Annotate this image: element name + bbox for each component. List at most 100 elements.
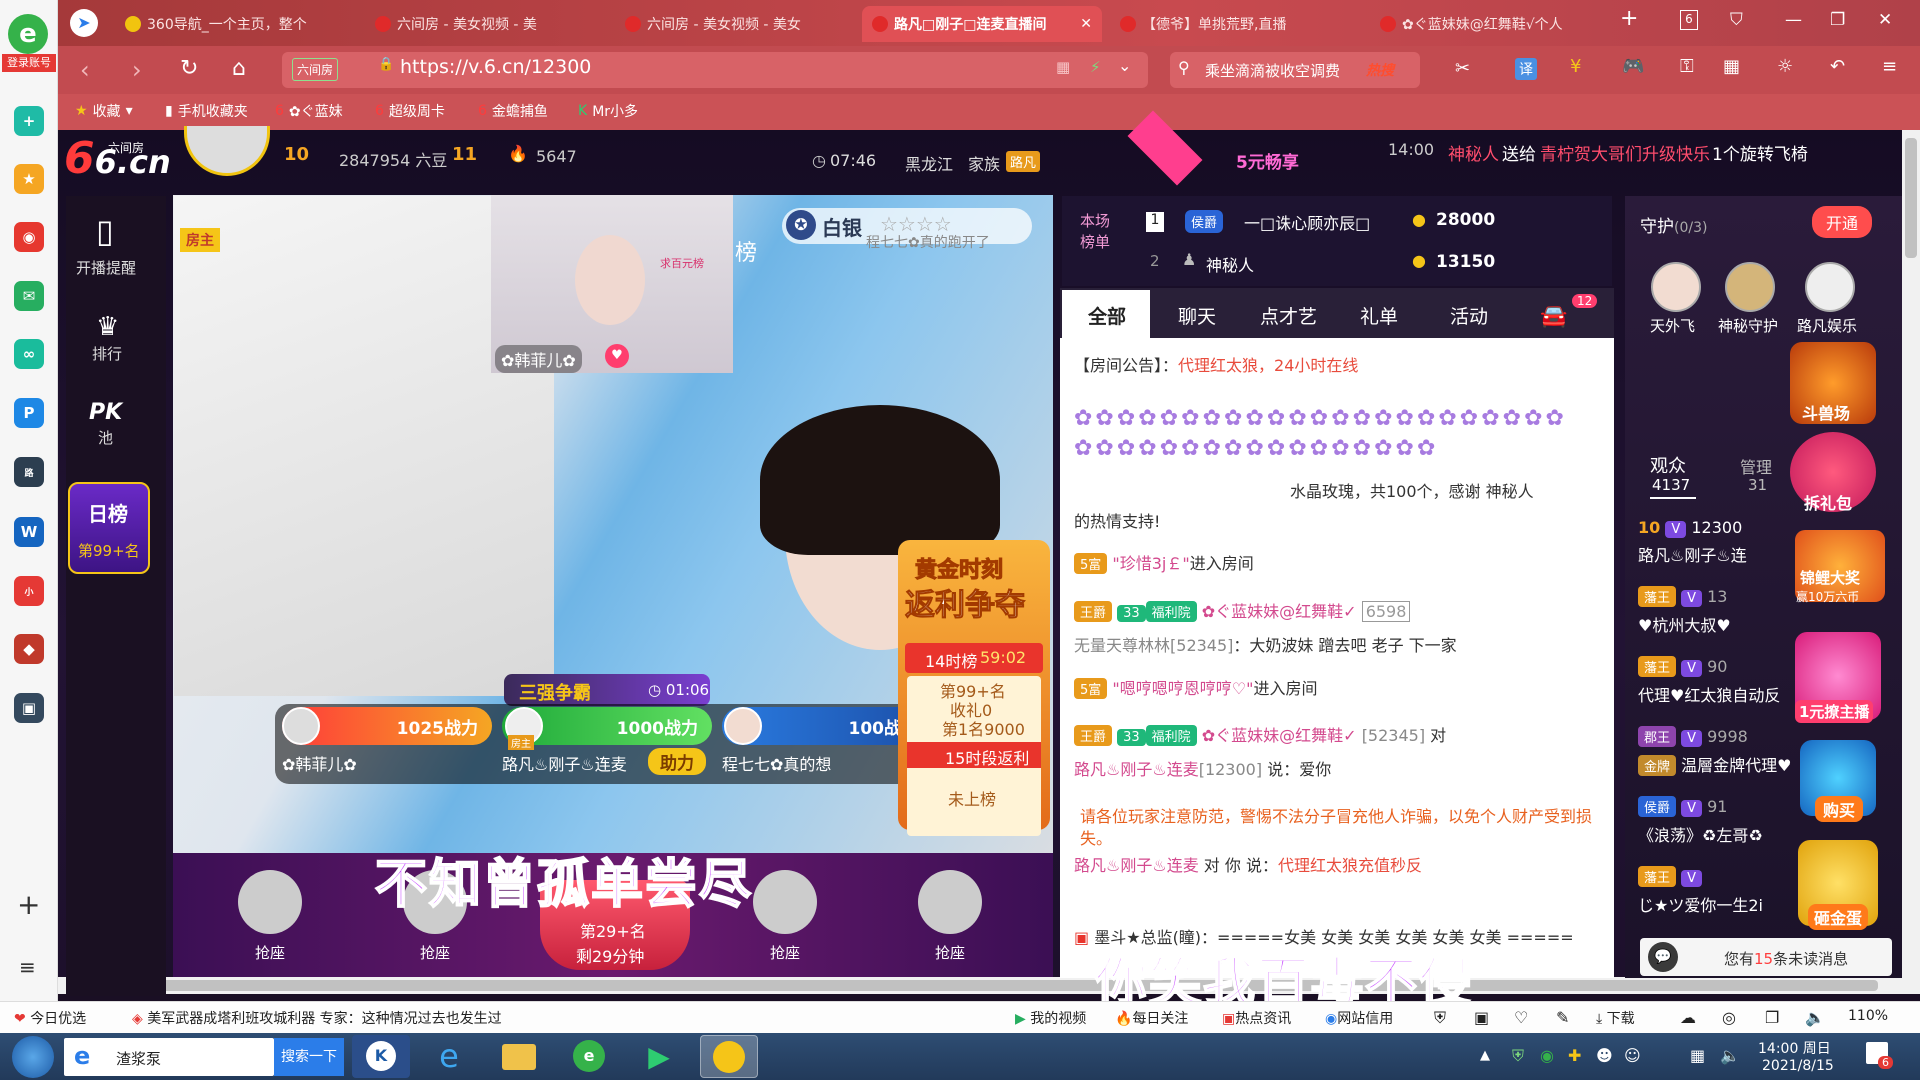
new-tab-button[interactable]: + [1620, 6, 1638, 31]
bookmark-5[interactable]: 6 金蟾捕鱼 [478, 101, 548, 121]
tray-user-icon[interactable]: ☺ [1624, 1046, 1641, 1065]
taskbar-live-app-icon[interactable] [700, 1035, 758, 1078]
tab-all[interactable]: 全部 [1088, 302, 1126, 329]
gamepad-icon[interactable]: 🎮 [1622, 56, 1644, 77]
bookmark-3[interactable]: 6 ✿ぐ蓝妹 [275, 101, 343, 121]
coin-icon[interactable]: ¥ [1570, 56, 1581, 77]
translate-button[interactable]: 译 [1515, 58, 1537, 80]
taskbar-search-value[interactable]: 渣浆泵 [116, 1048, 161, 1069]
taskbar-clock[interactable]: 14:00 周日 [1758, 1038, 1831, 1058]
bookmark-6[interactable]: K Mr小多 [578, 101, 638, 121]
site-credit[interactable]: ◉网站信用 [1325, 1008, 1393, 1028]
audience-name-4[interactable]: 金牌 温層金牌代理♥ [1638, 752, 1791, 776]
add-icon[interactable]: + [17, 888, 40, 921]
pk3-avatar[interactable] [724, 707, 762, 745]
rank-board-title[interactable]: 本场榜单 [1080, 210, 1118, 252]
pin-icon[interactable]: ✎ [1556, 1008, 1569, 1027]
audience-name-5[interactable]: 《浪荡》♻左哥♻ [1638, 822, 1763, 846]
video-app-icon[interactable]: 小 [14, 576, 44, 606]
family-tag[interactable]: 路凡 [1006, 151, 1041, 172]
navigation-icon[interactable]: ➤ [70, 9, 98, 37]
app-icon-3[interactable]: ▣ [14, 693, 44, 723]
p-app-icon[interactable]: P [14, 398, 44, 428]
taskbar-search-field[interactable] [64, 1038, 274, 1076]
star-icon[interactable]: ★ [14, 164, 44, 194]
refresh-button[interactable]: ↻ [180, 56, 198, 81]
browser-menu-icon[interactable]: ≡ [1882, 56, 1897, 77]
pk1-avatar[interactable] [282, 707, 320, 745]
globe-icon[interactable]: ◎ [1722, 1008, 1736, 1027]
promo-banner[interactable]: 5元畅享 [1236, 148, 1299, 173]
audience-row-3[interactable]: 藩王 V 90 [1638, 656, 1727, 677]
tab-talent[interactable]: 点才艺 [1260, 302, 1317, 329]
tab-chat[interactable]: 聊天 [1178, 302, 1216, 329]
daily-follow[interactable]: 🔥每日关注 [1115, 1008, 1188, 1028]
tab-5[interactable]: 【德爷】单挑荒野,直播 [1110, 6, 1365, 42]
close-window-button[interactable]: ✕ [1878, 10, 1892, 30]
gift-user[interactable]: 神秘人 [1486, 482, 1534, 501]
tab-6[interactable]: ✿ぐ蓝妹妹@红舞鞋√个人 [1370, 6, 1605, 42]
shield-icon[interactable]: ⛨ [1434, 1008, 1446, 1028]
audience-host-row[interactable]: 10 V 12300 [1638, 518, 1742, 538]
audience-name-3[interactable]: 代理♥红太狼自动反 [1638, 682, 1780, 706]
cloud-icon[interactable]: ∞ [14, 339, 44, 369]
minimize-button[interactable]: — [1785, 10, 1802, 30]
guard-name-3[interactable]: 路凡娱乐 [1797, 315, 1857, 336]
seat-1[interactable]: 抢座 [210, 870, 330, 970]
chat-user[interactable]: ✿ぐ蓝妹妹@红舞鞋✓ [1202, 602, 1357, 621]
app-icon-2[interactable]: 路 [14, 457, 44, 487]
audience-row-5[interactable]: 侯爵 V 91 [1638, 796, 1727, 817]
forward-button[interactable]: › [132, 56, 142, 84]
cloud-icon[interactable]: ☁ [1680, 1008, 1696, 1027]
tab-gift-list[interactable]: 礼单 [1360, 302, 1398, 329]
taskbar-date[interactable]: 2021/8/15 [1762, 1058, 1834, 1074]
ticker-target[interactable]: 青柠贺大哥们升级快乐 [1540, 140, 1710, 165]
guard-avatar-3[interactable] [1805, 262, 1855, 312]
hot-news[interactable]: ▣热点资讯 [1222, 1008, 1291, 1028]
guard-name-1[interactable]: 天外飞 [1650, 315, 1695, 336]
tab-1[interactable]: 360导航_一个主页，整个 [115, 6, 355, 42]
window-icon[interactable]: ❐ [1765, 1008, 1779, 1027]
home-button[interactable]: ⌂ [232, 56, 246, 81]
start-button[interactable] [12, 1036, 54, 1078]
tray-shield-icon[interactable]: ⛨ [1512, 1046, 1524, 1066]
pk3-name[interactable]: 程七七✿真的想 [722, 751, 831, 775]
audience-name-2[interactable]: ♥杭州大叔♥ [1638, 612, 1731, 636]
brightness-icon[interactable]: ☼ [1777, 56, 1793, 77]
taskbar-ie-icon[interactable]: e [420, 1035, 478, 1078]
chat-user[interactable]: "珍惜3j￡" [1112, 554, 1189, 573]
rank-2-name[interactable]: 神秘人 [1206, 252, 1254, 276]
tab-4-active[interactable]: 路凡□刚子□连麦直播间 ✕ [862, 6, 1102, 42]
today-pick[interactable]: ❤ 今日优选 [14, 1008, 86, 1028]
mail-icon[interactable]: ✉ [14, 281, 44, 311]
audience-row-6[interactable]: 藩王 V [1638, 866, 1703, 887]
pk1-name[interactable]: ✿韩菲儿✿ [282, 751, 357, 775]
manager-tab[interactable]: 管理 [1740, 454, 1772, 478]
tab-close-icon[interactable]: ✕ [1080, 16, 1092, 32]
lightning-icon[interactable]: ⚡ [1090, 58, 1101, 76]
taskbar-folder-icon[interactable] [490, 1035, 548, 1078]
audience-name-6[interactable]: じ★ツ爱你一生2i [1638, 892, 1763, 916]
my-video[interactable]: ▶ 我的视频 [1015, 1008, 1086, 1028]
audience-tab[interactable]: 观众 [1650, 452, 1686, 478]
weibo-icon[interactable]: ◉ [14, 222, 44, 252]
restore-button[interactable]: ❐ [1830, 10, 1845, 30]
url-text[interactable]: https://v.6.cn/12300 [400, 56, 591, 78]
taskbar-search-button[interactable]: 搜索一下 [274, 1038, 344, 1076]
ticker-user[interactable]: 神秘人 [1448, 140, 1499, 165]
pk-button[interactable]: PK [89, 400, 122, 425]
login-account-button[interactable]: 登录账号 [2, 54, 56, 72]
pk2-name[interactable]: 路凡♨刚子♨连麦 [502, 751, 627, 775]
menu-icon[interactable]: ≡ [19, 955, 36, 979]
apps-grid-icon[interactable]: ▦ [1723, 56, 1740, 77]
tray-plus-icon[interactable]: ✚ [1568, 1046, 1581, 1065]
horizontal-scrollbar[interactable] [58, 977, 1920, 994]
rank-button[interactable]: 排行 [92, 343, 122, 364]
vertical-scrollbar[interactable] [1902, 130, 1920, 977]
seat-4[interactable]: 抢座 [890, 870, 1010, 970]
audience-row-2[interactable]: 藩王 V 13 [1638, 586, 1727, 607]
tab-activity[interactable]: 活动 [1450, 302, 1488, 329]
scissors-icon[interactable]: ✂ [1455, 58, 1470, 79]
tray-qq-icon[interactable]: ☻ [1596, 1046, 1613, 1065]
zoom-level[interactable]: 110% [1848, 1008, 1888, 1024]
